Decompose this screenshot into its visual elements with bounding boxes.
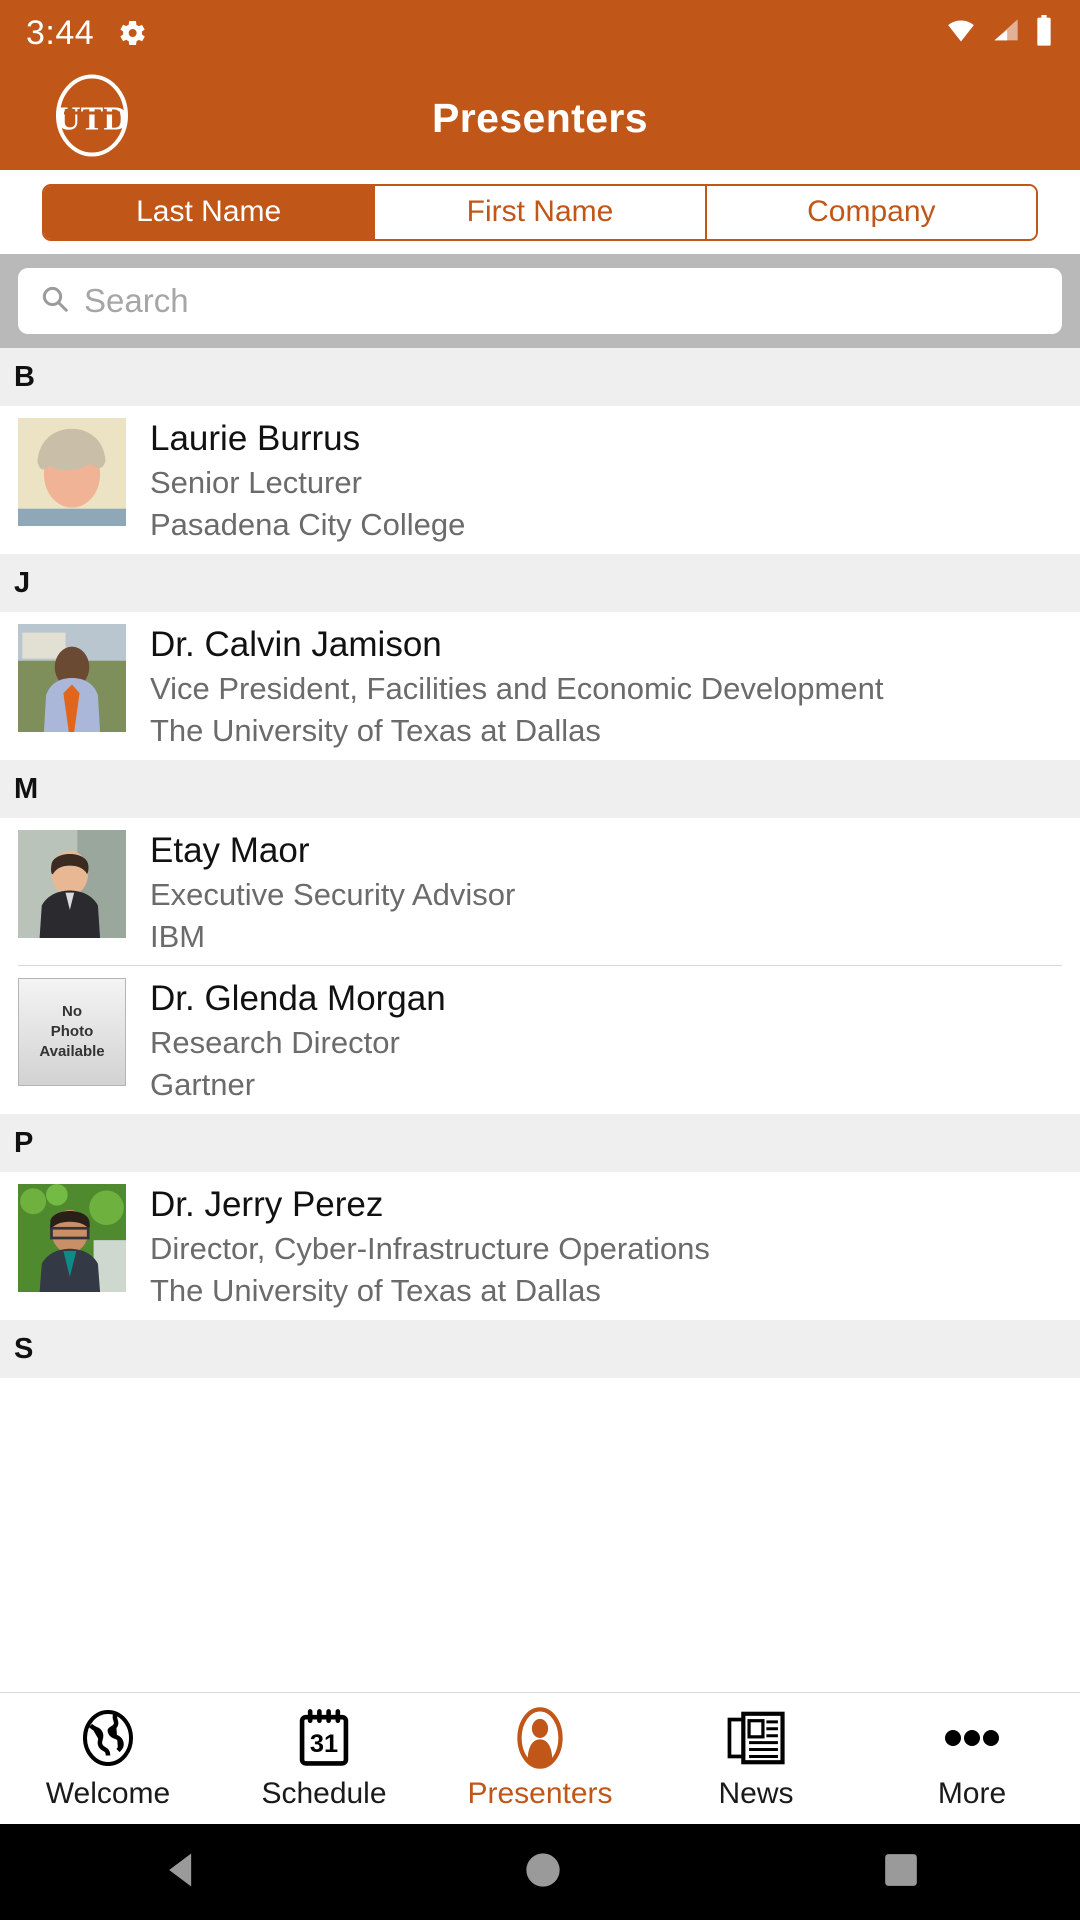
tab-news[interactable]: News	[648, 1693, 864, 1824]
presenter-title: Director, Cyber-Infrastructure Operation…	[150, 1231, 710, 1266]
presenter-title: Executive Security Advisor	[150, 877, 516, 912]
sort-segmented-control[interactable]: Last Name First Name Company	[42, 183, 1038, 241]
segment-last-name[interactable]: Last Name	[44, 185, 374, 239]
no-photo-line-1: No	[62, 1003, 82, 1020]
tab-label: Welcome	[45, 1776, 171, 1810]
status-time: 3:44	[26, 13, 95, 52]
status-icons	[944, 14, 1054, 52]
wifi-icon	[944, 17, 978, 50]
list-item[interactable]: No Photo Available Dr. Glenda Morgan Res…	[0, 966, 1080, 1114]
utd-logo-icon: UTD	[50, 74, 134, 163]
presenter-title: Research Director	[150, 1025, 400, 1060]
tab-presenters[interactable]: Presenters	[432, 1693, 648, 1824]
svg-text:31: 31	[310, 1729, 338, 1757]
presenter-name: Dr. Jerry Perez	[150, 1185, 384, 1224]
search-placeholder: Search	[84, 282, 189, 319]
tab-label: Presenters	[467, 1776, 613, 1810]
list-item-text: Dr. Jerry Perez Director, Cyber-Infrastr…	[126, 1180, 710, 1312]
home-circle-icon[interactable]	[523, 1850, 563, 1895]
android-nav-bar	[0, 1824, 1080, 1920]
calendar-31-icon: 31	[295, 1707, 353, 1769]
no-photo-available-icon: No Photo Available	[18, 978, 126, 1086]
list-item-text: Dr. Calvin Jamison Vice President, Facil…	[126, 620, 883, 752]
presenter-company: IBM	[150, 919, 206, 954]
list-item-text: Laurie Burrus Senior Lecturer Pasadena C…	[126, 414, 465, 546]
search-input[interactable]: Search	[18, 268, 1062, 334]
tab-label: Schedule	[261, 1776, 387, 1810]
presenter-company: Gartner	[150, 1067, 256, 1102]
section-header-b: B	[0, 348, 1080, 406]
cellular-signal-icon	[990, 17, 1022, 50]
section-header-s: S	[0, 1320, 1080, 1378]
battery-icon	[1034, 14, 1054, 52]
presenter-name: Etay Maor	[150, 831, 310, 870]
presenters-list[interactable]: B Laurie Burrus Senior Lecturer Pasadena…	[0, 348, 1080, 1692]
tab-label: News	[718, 1776, 794, 1810]
search-icon	[40, 284, 70, 319]
list-item[interactable]: Laurie Burrus Senior Lecturer Pasadena C…	[0, 406, 1080, 554]
app-screen: 3:44 UTD Presenters Last Name First Name…	[0, 0, 1080, 1920]
avatar	[18, 1184, 126, 1292]
presenter-name: Dr. Glenda Morgan	[150, 979, 446, 1018]
avatar	[18, 418, 126, 526]
back-triangle-icon[interactable]	[160, 1848, 204, 1897]
presenter-name: Dr. Calvin Jamison	[150, 625, 442, 664]
tab-schedule[interactable]: 31 Schedule	[216, 1693, 432, 1824]
avatar	[18, 830, 126, 938]
sort-segmented-control-wrap: Last Name First Name Company	[0, 170, 1080, 254]
presenter-name: Laurie Burrus	[150, 419, 361, 458]
page-title: Presenters	[432, 94, 648, 141]
bottom-tab-bar: Welcome 31 Schedule Presenters News More	[0, 1692, 1080, 1824]
app-bar: UTD Presenters	[0, 66, 1080, 170]
svg-text:UTD: UTD	[56, 101, 128, 138]
avatar	[18, 624, 126, 732]
list-item[interactable]: Etay Maor Executive Security Advisor IBM	[0, 818, 1080, 966]
person-icon	[511, 1706, 569, 1769]
avatar-placeholder: No Photo Available	[18, 978, 126, 1086]
globe-icon	[78, 1707, 138, 1769]
list-item-text: Dr. Glenda Morgan Research Director Gart…	[126, 974, 446, 1106]
presenter-title: Senior Lecturer	[150, 465, 362, 500]
section-header-j: J	[0, 554, 1080, 612]
presenter-company: The University of Texas at Dallas	[150, 713, 601, 748]
status-bar: 3:44	[0, 0, 1080, 66]
newspaper-icon	[726, 1707, 786, 1769]
tab-more[interactable]: More	[864, 1693, 1080, 1824]
tab-welcome[interactable]: Welcome	[0, 1693, 216, 1824]
list-item-text: Etay Maor Executive Security Advisor IBM	[126, 826, 515, 958]
segment-first-name[interactable]: First Name	[373, 185, 705, 239]
presenter-company: The University of Texas at Dallas	[150, 1273, 601, 1308]
recents-square-icon[interactable]	[882, 1851, 920, 1894]
tab-label: More	[937, 1776, 1007, 1810]
presenter-company: Pasadena City College	[150, 507, 466, 542]
gear-icon	[116, 17, 148, 49]
list-item[interactable]: Dr. Calvin Jamison Vice President, Facil…	[0, 612, 1080, 760]
search-bar-container: Search	[0, 254, 1080, 348]
ellipsis-icon	[941, 1707, 1003, 1769]
no-photo-line-3: Available	[39, 1043, 105, 1060]
no-photo-line-2: Photo	[50, 1023, 94, 1040]
section-header-p: P	[0, 1114, 1080, 1172]
segment-company[interactable]: Company	[704, 185, 1036, 239]
section-header-m: M	[0, 760, 1080, 818]
list-item[interactable]: Dr. Jerry Perez Director, Cyber-Infrastr…	[0, 1172, 1080, 1320]
presenter-title: Vice President, Facilities and Economic …	[150, 671, 884, 706]
